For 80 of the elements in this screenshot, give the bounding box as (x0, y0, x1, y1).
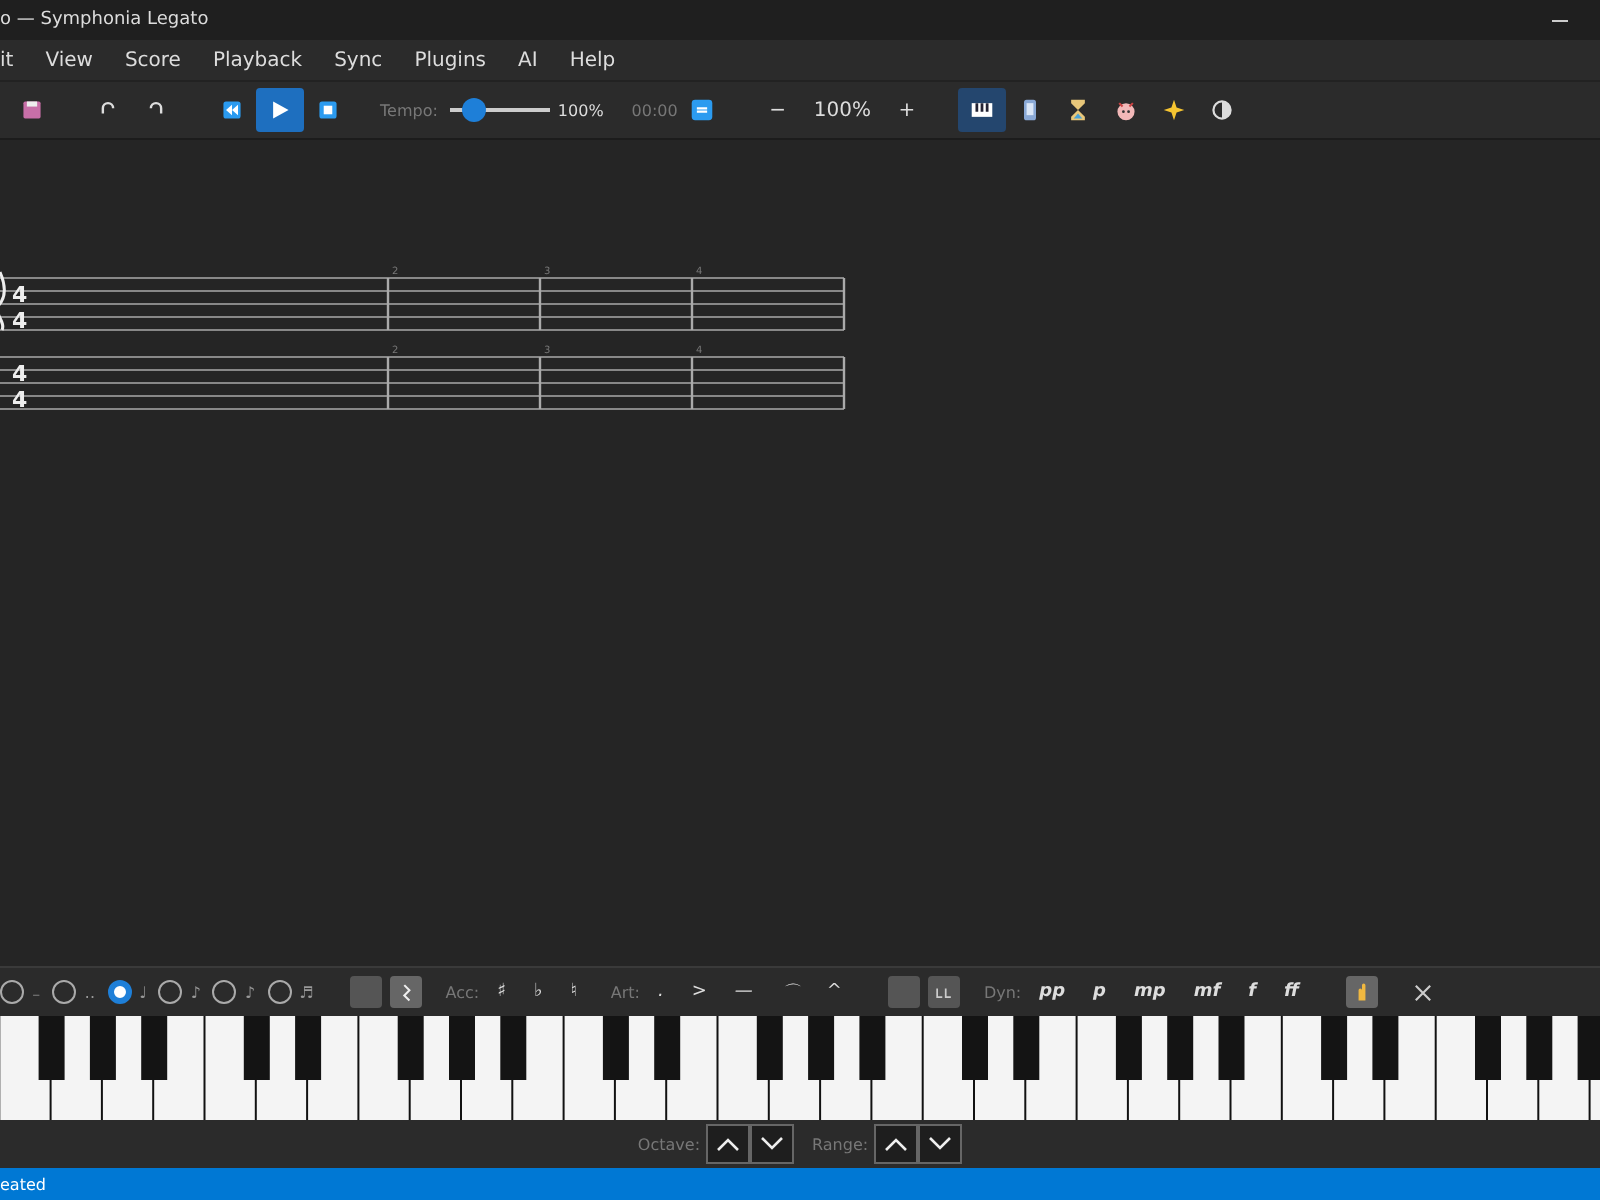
dynamic-button[interactable]: mp (1123, 982, 1176, 1002)
time-display: 00:00 (631, 101, 678, 119)
menu-item[interactable]: AI (502, 49, 554, 71)
tempo-slider-thumb[interactable] (462, 98, 487, 122)
zoom-in-button[interactable]: + (882, 88, 931, 132)
chevron-down-icon (760, 1136, 785, 1152)
menu-item[interactable]: it (0, 49, 30, 71)
duration-radio[interactable] (158, 980, 183, 1004)
duration-radio[interactable] (107, 980, 132, 1004)
accidental-button[interactable]: ♭ (523, 982, 553, 1002)
accidental-button[interactable]: ♮ (560, 982, 587, 1002)
octave-up-button[interactable] (706, 1124, 751, 1164)
menu-item[interactable]: Help (553, 49, 632, 71)
status-text: eated (0, 1175, 46, 1193)
rest-toggle[interactable] (389, 976, 422, 1008)
loop-icon (689, 98, 714, 122)
note-glyph: ♬ (299, 983, 314, 1001)
octave-label: Octave: (637, 1135, 701, 1153)
note-glyph: ♪ (244, 983, 256, 1001)
menu-item[interactable]: Sync (318, 49, 399, 71)
piano-keyboard-drawing[interactable] (0, 1016, 1600, 1120)
duration-radio[interactable] (52, 980, 77, 1004)
bracket-toggle[interactable] (927, 976, 960, 1008)
chevron-up-icon (884, 1136, 909, 1152)
articulation-button[interactable]: > (681, 982, 717, 1002)
time-signature-digit: 4 (12, 361, 28, 387)
sparkle-icon (1162, 98, 1187, 122)
face-icon (1114, 98, 1139, 122)
piano-keys-icon (970, 98, 995, 122)
dynamic-button[interactable]: f (1238, 982, 1267, 1002)
duration-radio[interactable] (0, 980, 24, 1004)
range-down-button[interactable] (918, 1124, 963, 1164)
close-icon[interactable] (1413, 983, 1432, 1001)
hand-tool-button[interactable] (1345, 976, 1378, 1008)
tempo-label: Tempo: (380, 101, 438, 119)
toggle-button[interactable] (887, 976, 920, 1008)
accidental-button[interactable]: ♯ (487, 982, 516, 1002)
window-title: o — Symphonia Legato (0, 10, 209, 30)
accidentals-label: Acc: (445, 983, 480, 1001)
range-up-button[interactable] (874, 1124, 919, 1164)
zoom-reading: 100% (811, 99, 873, 121)
time-signature-digit: 4 (12, 387, 28, 413)
dynamic-button[interactable]: ff (1274, 982, 1310, 1002)
menu-item[interactable]: View (29, 49, 109, 71)
note-glyph: ♩ (139, 983, 147, 1001)
menu-item[interactable]: Playback (196, 49, 319, 71)
chevron-down-icon (928, 1136, 953, 1152)
duration-radio[interactable] (267, 980, 292, 1004)
rewind-icon (220, 98, 244, 122)
octave-down-button[interactable] (750, 1124, 795, 1164)
chevron-up-icon (716, 1136, 741, 1152)
play-icon (268, 98, 292, 122)
minimize-button[interactable] (1552, 19, 1568, 21)
save-icon (20, 98, 44, 122)
articulation-button[interactable]: ^ (816, 982, 852, 1002)
dynamic-button[interactable]: pp (1029, 982, 1076, 1002)
articulation-button[interactable]: — (724, 982, 763, 1002)
articulation-button[interactable]: . (648, 982, 674, 1002)
play-button[interactable] (256, 88, 304, 132)
time-signature-digit: 4 (12, 282, 28, 308)
toggle-button[interactable] (349, 976, 382, 1008)
stop-icon (316, 98, 340, 122)
menu-item[interactable]: Score (108, 49, 197, 71)
contrast-icon (1210, 98, 1235, 122)
articulation-button[interactable]: ⌒ (770, 979, 809, 1005)
dynamic-button[interactable]: p (1083, 982, 1116, 1002)
zoom-out-button[interactable]: − (753, 88, 802, 132)
range-label: Range: (812, 1135, 869, 1153)
menu-item[interactable]: Plugins (398, 49, 503, 71)
dynamic-button[interactable]: mf (1183, 982, 1231, 1002)
piano-view-button[interactable] (958, 88, 1007, 132)
hourglass-icon (1066, 98, 1091, 122)
time-signature-digit: 4 (12, 308, 28, 334)
duration-radio[interactable] (212, 980, 237, 1004)
tempo-reading: 100% (557, 101, 604, 119)
note-glyph: ♪ (190, 983, 201, 1001)
dynamics-label: Dyn: (983, 983, 1022, 1001)
note-glyph: ‥ (84, 983, 96, 1001)
note-glyph: ₋ (32, 983, 41, 1001)
articulations-label: Art: (610, 983, 640, 1001)
